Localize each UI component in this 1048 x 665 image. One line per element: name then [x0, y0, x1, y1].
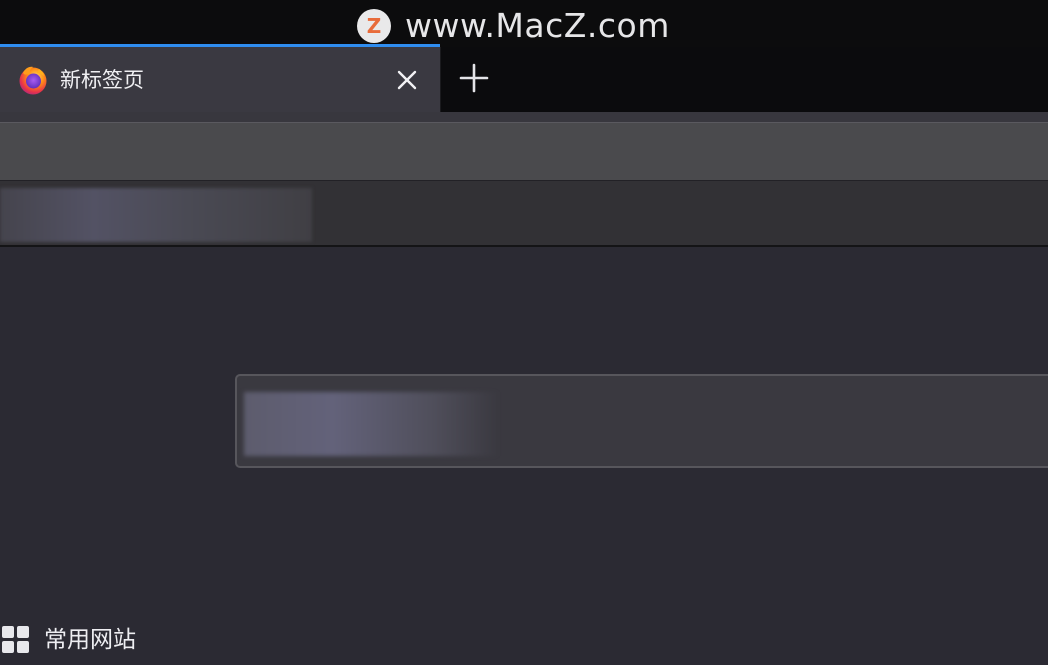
browser-window: Z www.MacZ.com 新标签页 常用网站	[0, 0, 1048, 665]
tab-strip: 新标签页	[0, 47, 1048, 112]
top-sites-header[interactable]: 常用网站	[2, 624, 136, 656]
macz-logo-icon: Z	[357, 9, 391, 43]
watermark-logo-letter: Z	[367, 14, 382, 38]
top-sites-label: 常用网站	[44, 627, 136, 653]
grid-icon	[2, 626, 30, 654]
bookmarks-toolbar	[0, 181, 1048, 247]
blurred-bookmarks	[0, 188, 312, 242]
plus-icon	[459, 63, 489, 97]
new-tab-button[interactable]	[455, 61, 493, 99]
watermark-text: www.MacZ.com	[405, 6, 670, 45]
search-input[interactable]	[235, 374, 1048, 468]
new-tab-page: 常用网站	[0, 248, 1048, 665]
watermark: Z www.MacZ.com	[357, 7, 670, 45]
tab-new-tab[interactable]: 新标签页	[0, 47, 441, 112]
blurred-search-content	[244, 392, 499, 456]
url-bar[interactable]	[0, 122, 1048, 180]
navigation-toolbar	[0, 112, 1048, 181]
tab-title: 新标签页	[60, 68, 144, 92]
close-icon[interactable]	[390, 63, 424, 97]
watermark-bar: Z www.MacZ.com	[0, 0, 1048, 47]
firefox-logo-icon	[17, 64, 49, 96]
